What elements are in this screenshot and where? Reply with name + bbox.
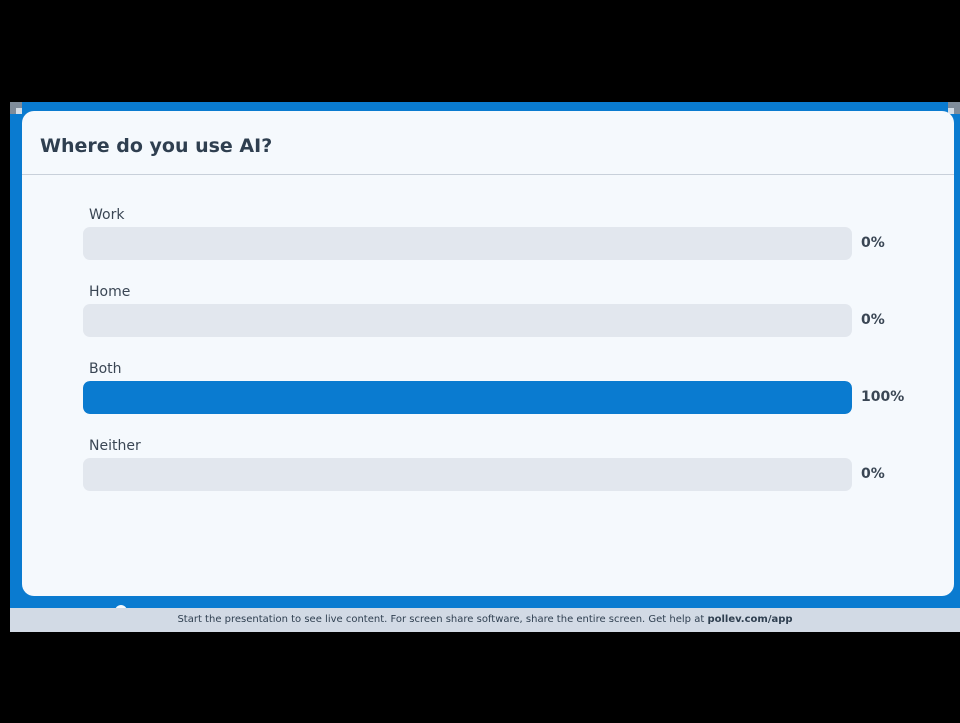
option-percent: 0%: [861, 235, 885, 251]
poll-options: Work 0% Home 0% Both 100% Neither 0%: [83, 207, 913, 515]
title-divider: [22, 174, 954, 175]
footer-message: Start the presentation to see live conte…: [177, 614, 708, 625]
corner-marker-top-right: [948, 102, 960, 114]
result-bar-fill: [83, 381, 852, 414]
option-label: Home: [89, 284, 131, 300]
option-label: Work: [89, 207, 125, 223]
result-bar-track: [83, 381, 852, 414]
result-bar-track: [83, 227, 852, 260]
corner-marker-top-left: [10, 102, 22, 114]
status-footer: Start the presentation to see live conte…: [10, 608, 960, 632]
poll-option: Both 100%: [83, 361, 913, 438]
poll-question: Where do you use AI?: [40, 135, 273, 157]
help-link[interactable]: pollev.com/app: [707, 614, 792, 625]
poll-option: Work 0%: [83, 207, 913, 284]
option-label: Neither: [89, 438, 141, 454]
presentation-frame: Where do you use AI? Work 0% Home 0% Bot…: [10, 102, 960, 632]
result-bar-track: [83, 304, 852, 337]
option-label: Both: [89, 361, 122, 377]
poll-option: Neither 0%: [83, 438, 913, 515]
result-bar-track: [83, 458, 852, 491]
option-percent: 0%: [861, 466, 885, 482]
option-percent: 100%: [861, 389, 905, 405]
poll-card: Where do you use AI? Work 0% Home 0% Bot…: [22, 111, 954, 596]
option-percent: 0%: [861, 312, 885, 328]
poll-option: Home 0%: [83, 284, 913, 361]
